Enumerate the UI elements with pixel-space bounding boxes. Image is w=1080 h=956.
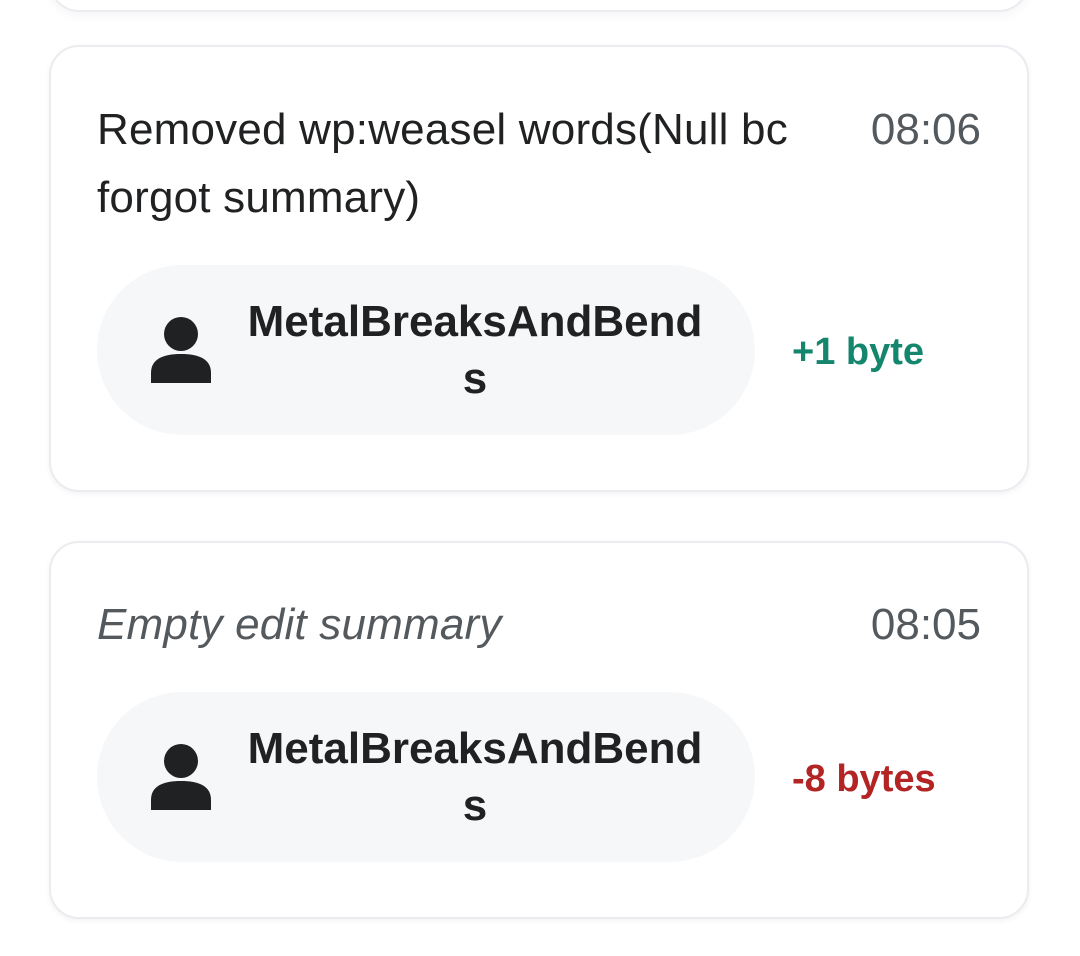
user-chip[interactable]: MetalBreaksAndBends [97,265,755,435]
username: MetalBreaksAndBends [247,724,703,830]
revision-history-list: Removed wp:weasel words(Null bc forgot s… [0,0,1080,956]
previous-revision-card[interactable] [49,0,1029,12]
user-avatar-icon [151,744,211,810]
edit-summary: Removed wp:weasel words(Null bc forgot s… [97,105,788,222]
user-avatar-icon [151,317,211,383]
revision-card[interactable]: Empty edit summary 08:05 MetalBreaksAndB… [49,541,1029,919]
user-chip[interactable]: MetalBreaksAndBends [97,692,755,862]
edit-summary: Empty edit summary [97,600,502,649]
revision-time: 08:05 [870,600,981,649]
revision-card[interactable]: Removed wp:weasel words(Null bc forgot s… [49,45,1029,492]
size-change: +1 byte [792,331,925,373]
revision-time: 08:06 [870,105,981,154]
username: MetalBreaksAndBends [247,297,703,403]
size-change: -8 bytes [792,758,936,800]
